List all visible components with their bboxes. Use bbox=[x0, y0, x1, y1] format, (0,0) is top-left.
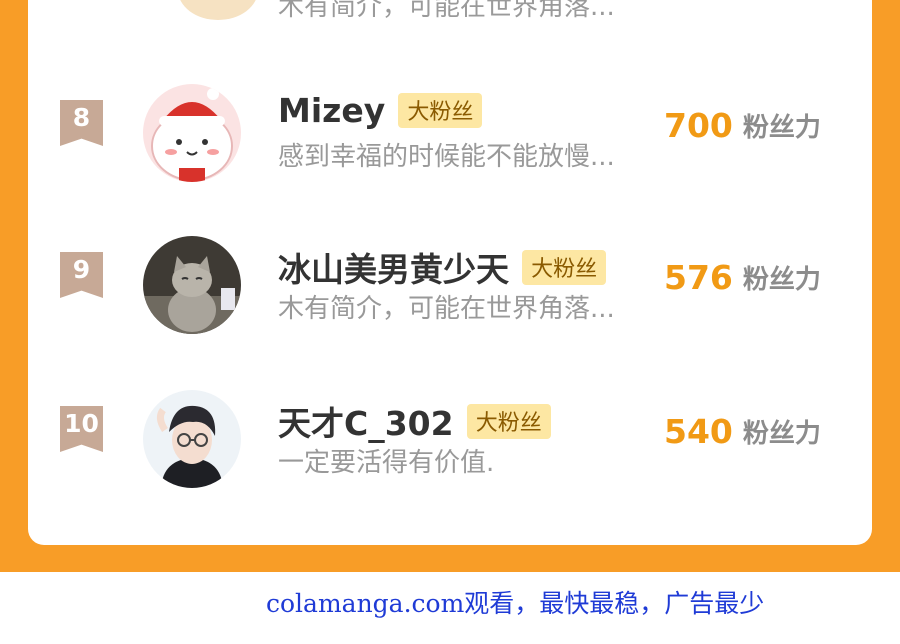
leaderboard-row[interactable]: 10 天才C_302 大粉丝 一定要活得有价值. 540 粉丝力 bbox=[28, 390, 872, 500]
anime-boy-avatar[interactable] bbox=[143, 390, 241, 488]
user-bio: 木有简介，可能在世界角落... bbox=[278, 294, 615, 324]
fan-power-score: 540 粉丝力 bbox=[664, 412, 821, 451]
partial-avatar bbox=[178, 0, 258, 20]
rank-ribbon: 9 bbox=[60, 252, 103, 298]
user-name[interactable]: 天才C_302 bbox=[278, 404, 454, 443]
user-bio: 感到幸福的时候能不能放慢... bbox=[278, 142, 615, 172]
score-value: 576 bbox=[664, 258, 733, 297]
user-name[interactable]: Mizey bbox=[278, 91, 385, 130]
fan-leaderboard-card: 木有简介，可能在世界角落... 8 Mizey 大粉丝 感到幸福的时候能不能放慢… bbox=[28, 0, 872, 545]
score-value: 700 bbox=[664, 106, 733, 145]
leaderboard-row[interactable]: 9 冰山美男黄少天 大粉丝 木有简介，可能在世界角落... 576 粉丝力 bbox=[28, 236, 872, 346]
bear-santa-hat-avatar[interactable] bbox=[143, 84, 241, 182]
fan-level-badge: 大粉丝 bbox=[398, 93, 483, 128]
fan-level-badge: 大粉丝 bbox=[466, 403, 551, 439]
source-watermark-text: colamanga.com观看，最快最稳，广告最少 bbox=[266, 589, 765, 618]
score-unit: 粉丝力 bbox=[742, 419, 821, 449]
user-name[interactable]: 冰山美男黄少天 bbox=[278, 250, 509, 289]
fan-level-badge: 大粉丝 bbox=[522, 249, 607, 285]
leaderboard-row[interactable]: 8 Mizey 大粉丝 感到幸福的时候能不能放慢... 700 粉丝力 bbox=[28, 84, 872, 194]
fan-power-score: 700 粉丝力 bbox=[664, 106, 821, 145]
score-unit: 粉丝力 bbox=[742, 265, 821, 295]
fan-power-score: 576 粉丝力 bbox=[664, 258, 821, 297]
gray-cat-avatar[interactable] bbox=[143, 236, 241, 334]
user-bio: 一定要活得有价值. bbox=[278, 448, 495, 478]
score-unit: 粉丝力 bbox=[742, 113, 821, 143]
rank-ribbon: 10 bbox=[60, 406, 103, 452]
rank-ribbon: 8 bbox=[60, 100, 103, 146]
orange-frame: 木有简介，可能在世界角落... 8 Mizey 大粉丝 感到幸福的时候能不能放慢… bbox=[0, 0, 900, 572]
score-value: 540 bbox=[664, 412, 733, 451]
partial-row-bio: 木有简介，可能在世界角落... bbox=[278, 0, 615, 22]
